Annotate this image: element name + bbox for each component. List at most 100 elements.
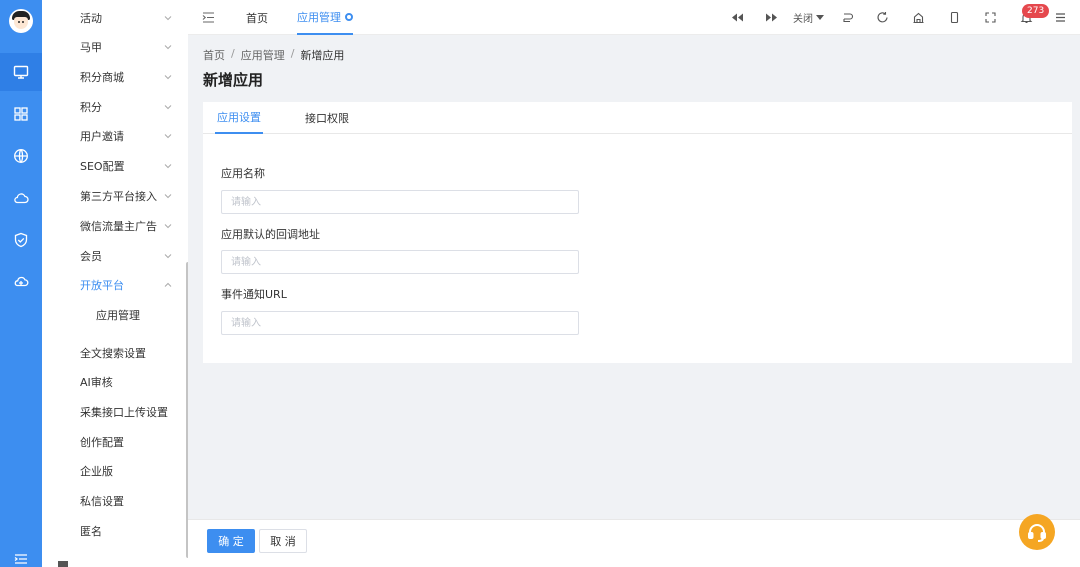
chevron-down-icon [164, 16, 172, 21]
rail-item-system[interactable] [0, 53, 42, 91]
submenu-item-open-platform[interactable]: 开放平台 [42, 272, 188, 298]
cut-off-menu-icon [58, 561, 68, 567]
chevron-down-icon [164, 75, 172, 80]
tab-close-icon[interactable] [345, 12, 353, 21]
submenu-item[interactable]: 马甲 [42, 34, 188, 60]
submenu: 活动 马甲 积分商城 积分 用户邀请 SEO配置 第三方平台接入 微信流量主广告… [42, 0, 188, 567]
shield-check-icon [14, 232, 28, 248]
chevron-down-icon [164, 134, 172, 139]
avatar[interactable] [9, 9, 33, 33]
icon-rail [0, 0, 42, 567]
notification-badge: 273 [1022, 4, 1050, 18]
rail-item-site[interactable] [0, 137, 42, 175]
rail-item-apps[interactable] [0, 95, 42, 133]
home-icon[interactable] [912, 11, 925, 24]
form-tabs: 应用设置 接口权限 [203, 102, 1072, 134]
globe-icon [14, 149, 28, 163]
submenu-item-label: 创作配置 [80, 436, 124, 449]
breadcrumb: 首页 / 应用管理 / 新增应用 [203, 47, 344, 63]
submenu-item-label: 应用管理 [96, 309, 140, 322]
submenu-item-label: 开放平台 [80, 279, 124, 292]
submenu-item[interactable]: 微信流量主广告 [42, 213, 188, 239]
submenu-item[interactable]: 创作配置 [42, 429, 188, 455]
submenu-item-label: 私信设置 [80, 495, 124, 508]
submenu-item-label: 马甲 [80, 41, 102, 54]
monitor-icon [13, 65, 29, 79]
submenu-item-label: 用户邀请 [80, 130, 124, 143]
tab-home[interactable]: 首页 [246, 0, 268, 35]
submenu-item[interactable]: 全文搜索设置 [42, 340, 188, 366]
submenu-item[interactable]: 采集接口上传设置 [42, 399, 188, 425]
top-bar: 首页 应用管理 关闭 273 [188, 0, 1080, 35]
submenu-item-label: 企业版 [80, 465, 113, 478]
chevron-down-icon [164, 164, 172, 169]
submenu-item-label: 积分 [80, 101, 102, 114]
form-card: 应用设置 接口权限 应用名称 应用默认的回调地址 事件通知URL [203, 102, 1072, 363]
event-url-input[interactable] [221, 311, 579, 335]
tab-label: 接口权限 [305, 112, 349, 125]
submenu-item[interactable]: 积分商城 [42, 64, 188, 90]
submenu-item-label: 会员 [80, 250, 102, 263]
menu-fold-icon[interactable] [14, 554, 28, 564]
chevron-down-icon [164, 194, 172, 199]
chevron-down-icon [164, 254, 172, 259]
tab-app-settings[interactable]: 应用设置 [215, 102, 263, 134]
customer-support-button[interactable] [1019, 514, 1055, 550]
rail-item-security[interactable] [0, 221, 42, 259]
submenu-item-label: 积分商城 [80, 71, 124, 84]
refresh-icon[interactable] [876, 11, 889, 24]
chevron-down-icon [164, 105, 172, 110]
submenu-item[interactable]: 第三方平台接入 [42, 183, 188, 209]
submenu-item[interactable]: AI审核 [42, 369, 188, 395]
submenu-item[interactable]: 匿名 [42, 518, 188, 544]
caret-down-icon [816, 15, 824, 20]
rail-item-cloud-sync[interactable] [0, 263, 42, 301]
tab-app-management[interactable]: 应用管理 [297, 0, 353, 35]
submenu-item[interactable]: 活动 [42, 5, 188, 31]
chevron-up-icon [164, 282, 172, 287]
main-content: 首页 / 应用管理 / 新增应用 新增应用 应用设置 接口权限 应用名称 应用默… [188, 35, 1080, 519]
app-name-input[interactable] [221, 190, 579, 214]
mobile-icon[interactable] [948, 11, 961, 24]
tab-api-permissions[interactable]: 接口权限 [305, 102, 349, 134]
cancel-button[interactable]: 取 消 [259, 529, 307, 553]
undo-icon[interactable] [841, 11, 854, 24]
submenu-child-app-management[interactable]: 应用管理 [42, 302, 188, 328]
submenu-item-label: 全文搜索设置 [80, 347, 146, 360]
submenu-item-label: 采集接口上传设置 [80, 406, 168, 419]
menu-fold-icon[interactable] [202, 11, 215, 24]
page-title: 新增应用 [203, 71, 264, 89]
submenu-item[interactable]: 企业版 [42, 458, 188, 484]
breadcrumb-home[interactable]: 首页 [203, 47, 225, 63]
breadcrumb-separator: / [290, 47, 295, 60]
backward-icon[interactable] [731, 11, 744, 24]
close-tabs-label: 关闭 [793, 14, 813, 25]
submenu-item[interactable]: 私信设置 [42, 488, 188, 514]
callback-url-label: 应用默认的回调地址 [221, 228, 320, 241]
forward-icon[interactable] [765, 11, 778, 24]
submenu-item[interactable]: 用户邀请 [42, 123, 188, 149]
chevron-down-icon [164, 45, 172, 50]
close-tabs-dropdown[interactable]: 关闭 [793, 10, 824, 25]
rail-item-cloud[interactable] [0, 179, 42, 217]
submenu-item[interactable]: 积分 [42, 94, 188, 120]
form-footer: 确 定 取 消 [188, 519, 1080, 567]
confirm-button[interactable]: 确 定 [207, 529, 255, 553]
app-name-label: 应用名称 [221, 167, 265, 180]
chevron-down-icon [164, 224, 172, 229]
hamburger-menu-icon[interactable] [1054, 11, 1067, 24]
breadcrumb-separator: / [231, 47, 235, 60]
fullscreen-icon[interactable] [984, 11, 997, 24]
submenu-item-label: AI审核 [80, 376, 113, 389]
tab-label: 首页 [246, 11, 268, 25]
submenu-item[interactable]: 会员 [42, 243, 188, 269]
breadcrumb-section[interactable]: 应用管理 [241, 47, 285, 63]
callback-url-input[interactable] [221, 250, 579, 274]
headset-icon [1028, 524, 1046, 542]
submenu-item-label: 活动 [80, 12, 102, 25]
submenu-item-label: 匿名 [80, 525, 102, 538]
tab-label: 应用设置 [217, 111, 261, 124]
submenu-item-label: 第三方平台接入 [80, 190, 157, 203]
event-url-label: 事件通知URL [221, 288, 287, 301]
submenu-item[interactable]: SEO配置 [42, 153, 188, 179]
